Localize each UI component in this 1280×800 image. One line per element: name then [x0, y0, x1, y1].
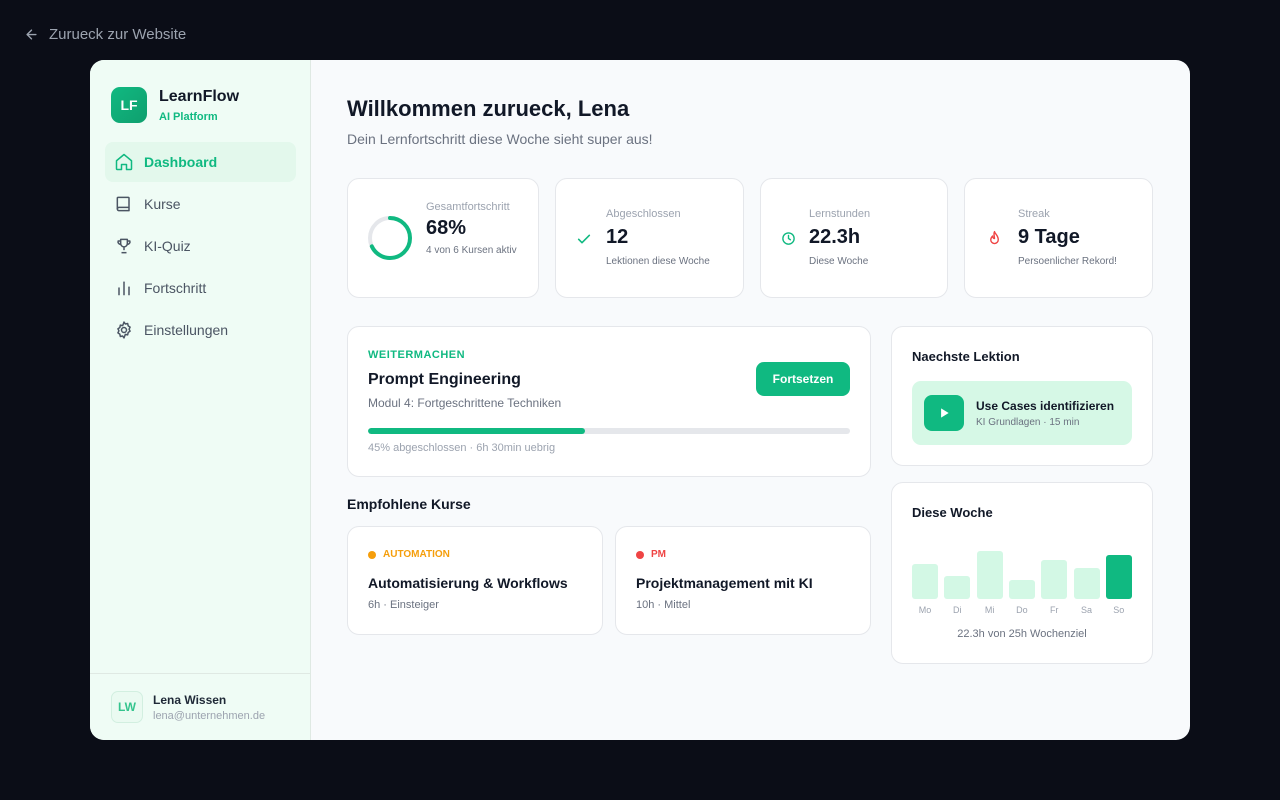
week-bar-fr — [1041, 559, 1068, 599]
brand[interactable]: LF LearnFlow AI Platform — [111, 87, 239, 123]
course-tag: PM — [636, 549, 666, 560]
week-summary: 22.3h von 25h Wochenziel — [957, 628, 1087, 640]
lesson-meta: KI Grundlagen · 15 min — [976, 416, 1080, 428]
stat-sub: Diese Woche — [809, 256, 869, 267]
lesson-title: Use Cases identifizieren — [976, 398, 1115, 413]
continue-card: WEITERMACHEN Prompt Engineering Modul 4:… — [347, 326, 871, 477]
app-window: LF LearnFlow AI Platform Dashboard Kurse… — [90, 60, 1190, 740]
continue-button[interactable]: Fortsetzen — [756, 362, 850, 396]
tag-dot — [636, 550, 644, 559]
week-card: Diese Woche Mo Di Mi Do Fr Sa So 22.3h von 25h… — [891, 482, 1153, 664]
continue-eyebrow: WEITERMACHEN — [368, 349, 466, 361]
brand-tagline: AI Platform — [159, 110, 218, 123]
sidebar-item-dashboard[interactable]: Dashboard — [105, 142, 296, 182]
week-bar-mi — [976, 550, 1003, 599]
week-day-label: Di — [953, 605, 962, 615]
week-day-label: Fr — [1049, 605, 1059, 615]
user-email: lena@unternehmen.de — [153, 709, 266, 722]
stat-sub: 4 von 6 Kursen aktiv — [426, 245, 517, 256]
brand-logo: LF — [111, 87, 147, 123]
sidebar-item-label: Dashboard — [144, 154, 218, 170]
sidebar-nav: Dashboard Kurse KI-Quiz Fortschritt Eins… — [105, 142, 296, 352]
check-icon — [577, 234, 591, 244]
progress-ring — [368, 216, 412, 260]
brand-name: LearnFlow — [159, 87, 240, 105]
week-bar-di — [944, 575, 971, 599]
sidebar-item-label: Fortschritt — [144, 280, 207, 296]
stat-sub: Persoenlicher Rekord! — [1018, 256, 1117, 267]
next-lesson-card: Naechste Lektion Use Cases identifiziere… — [891, 326, 1153, 466]
sidebar-item-fortschritt[interactable]: Fortschritt — [105, 268, 296, 308]
stat-value: 22.3h — [809, 226, 861, 248]
stat-value: 12 — [606, 226, 629, 248]
clock-icon — [782, 232, 795, 245]
stat-label: Streak — [1018, 208, 1050, 220]
trophy-icon — [117, 238, 131, 254]
week-day-label: Mi — [984, 605, 995, 615]
week-day-label: Mo — [918, 605, 932, 615]
book-icon — [116, 196, 130, 212]
avatar: LW — [111, 691, 143, 723]
stat-sub: Lektionen diese Woche — [606, 256, 710, 267]
week-bar-do — [1008, 579, 1035, 599]
course-title: Automatisierung & Workflows — [368, 575, 568, 591]
main-content: Willkommen zurueck, Lena Dein Lernfortsc… — [311, 60, 1190, 740]
stat-label: Gesamtfortschritt — [426, 201, 510, 213]
user-name: Lena Wissen — [153, 692, 227, 707]
home-icon — [115, 153, 133, 171]
week-bar-mo — [912, 564, 938, 599]
week-day-label: Do — [1016, 605, 1028, 615]
sidebar: LF LearnFlow AI Platform Dashboard Kurse… — [90, 60, 311, 740]
continue-progress-fill — [368, 428, 585, 434]
continue-progress-meta: 45% abgeschlossen · 6h 30min uebrig — [368, 442, 556, 454]
recommended-title: Empfohlene Kurse — [347, 496, 471, 512]
week-bar-sa — [1073, 568, 1100, 599]
sidebar-item-ki-quiz[interactable]: KI-Quiz — [105, 226, 296, 266]
continue-module: Modul 4: Fortgeschrittene Techniken — [368, 396, 562, 410]
week-bar-so — [1105, 554, 1132, 599]
play-button[interactable] — [924, 395, 964, 431]
continue-course-title: Prompt Engineering — [368, 371, 521, 388]
user-profile[interactable]: LW Lena Wissen lena@unternehmen.de — [90, 673, 310, 740]
stat-value: 9 Tage — [1018, 226, 1080, 248]
play-icon — [941, 408, 949, 418]
flame-icon — [990, 230, 999, 245]
sidebar-item-einstellungen[interactable]: Einstellungen — [105, 310, 296, 350]
stat-card-hours: Lernstunden 22.3h Diese Woche — [760, 178, 948, 298]
stat-label: Lernstunden — [809, 208, 871, 220]
page-subtitle: Dein Lernfortschritt diese Woche sieht s… — [347, 131, 653, 147]
course-meta: 10h · Mittel — [636, 599, 691, 611]
stat-value: 68% — [426, 217, 467, 239]
sidebar-item-kurse[interactable]: Kurse — [105, 184, 296, 224]
next-lesson-title: Naechste Lektion — [912, 349, 1020, 364]
sidebar-item-label: KI-Quiz — [144, 238, 191, 254]
arrow-left-icon — [26, 28, 37, 40]
course-title: Projektmanagement mit KI — [636, 575, 813, 591]
page-title: Willkommen zurueck, Lena — [347, 96, 630, 121]
back-link-label: Zurueck zur Website — [49, 25, 187, 43]
back-to-website-link[interactable]: Zurueck zur Website — [24, 24, 186, 44]
gear-icon — [117, 321, 131, 339]
next-lesson-item[interactable]: Use Cases identifizieren KI Grundlagen ·… — [912, 381, 1132, 445]
course-card-automation[interactable]: AUTOMATION Automatisierung & Workflows 6… — [347, 526, 603, 635]
course-tag-label: PM — [651, 549, 666, 560]
bar-chart-icon — [118, 281, 130, 296]
sidebar-item-label: Kurse — [144, 196, 181, 212]
course-tag: AUTOMATION — [368, 549, 450, 560]
stat-card-streak: Streak 9 Tage Persoenlicher Rekord! — [964, 178, 1153, 298]
stat-label: Abgeschlossen — [606, 208, 681, 220]
sidebar-item-label: Einstellungen — [144, 322, 229, 338]
week-day-label: So — [1113, 605, 1125, 615]
continue-progress-bar — [368, 428, 850, 434]
stat-card-overall: Gesamtfortschritt 68% 4 von 6 Kursen akt… — [347, 178, 539, 298]
course-card-pm[interactable]: PM Projektmanagement mit KI 10h · Mittel — [615, 526, 871, 635]
tag-dot — [368, 550, 376, 559]
week-day-label: Sa — [1080, 605, 1092, 615]
week-bars — [912, 539, 1132, 599]
stat-card-completed: Abgeschlossen 12 Lektionen diese Woche — [555, 178, 744, 298]
week-title: Diese Woche — [912, 505, 993, 520]
course-meta: 6h · Einsteiger — [368, 599, 439, 611]
course-tag-label: AUTOMATION — [383, 549, 450, 560]
